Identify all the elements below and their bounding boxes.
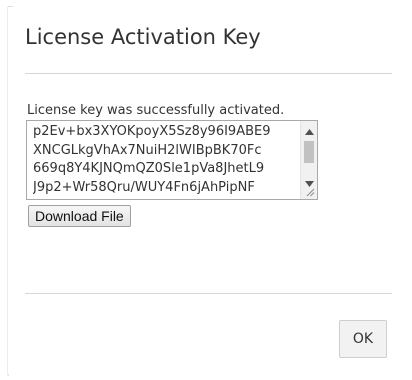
license-key-line: 669q8Y4KJNQmQZ0Sle1pVa8JhetL9 [33, 161, 265, 176]
license-key-textarea[interactable]: p2Ev+bx3XYOKpoyX5Sz8y96I9ABE9 XNCGLkgVhA… [26, 120, 318, 200]
triangle-down-icon [304, 180, 314, 187]
resize-grip-icon[interactable] [305, 187, 315, 197]
ok-button[interactable]: OK [339, 320, 387, 358]
dialog-title: License Activation Key [25, 25, 261, 49]
download-file-button[interactable]: Download File [28, 205, 131, 227]
header-divider [25, 73, 392, 74]
license-key-line: XNCGLkgVhAx7NuiH2lWIBpBK70Fc [33, 142, 262, 158]
activation-status-message: License key was successfully activated. [27, 103, 285, 118]
scroll-thumb[interactable] [304, 141, 314, 163]
scroll-up-button[interactable] [301, 124, 317, 139]
license-key-line: J9p2+Wr58Qru/WUY4Fn6jAhPipNF [33, 179, 255, 195]
license-key-line: p2Ev+bx3XYOKpoyX5Sz8y96I9ABE9 [33, 124, 271, 139]
triangle-up-icon [304, 128, 314, 135]
footer-divider [25, 293, 392, 294]
license-key-text[interactable]: p2Ev+bx3XYOKpoyX5Sz8y96I9ABE9 XNCGLkgVhA… [33, 123, 297, 197]
window-bottom-mark: · [7, 371, 10, 380]
